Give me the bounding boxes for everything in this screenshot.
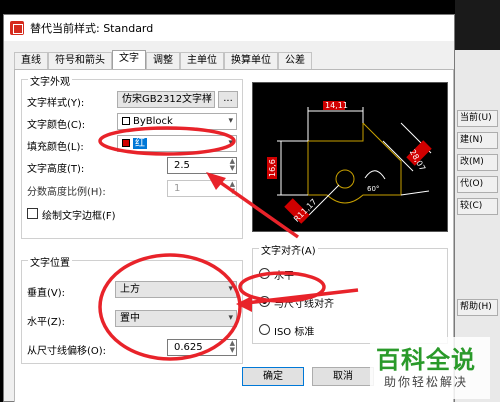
horizontal-label: 水平(Z):: [27, 317, 66, 328]
side-button-5[interactable]: 较(C): [457, 198, 498, 215]
fill-color-label: 填充颜色(L):: [27, 142, 84, 153]
tab-strip: 直线 符号和箭头 文字 调整 主单位 换算单位 公差: [14, 50, 312, 69]
text-alignment-title: 文字对齐(A): [259, 242, 318, 257]
preview-shape: [307, 121, 402, 204]
tab-lines[interactable]: 直线: [14, 52, 48, 69]
preview-label-left: 16,6: [268, 159, 277, 177]
vertical-label: 垂直(V):: [27, 288, 66, 299]
text-color-select[interactable]: ByBlock ▾: [117, 113, 237, 130]
watermark-sub-text: 助你轻松解决: [384, 375, 469, 389]
align-horizontal-radio[interactable]: [259, 268, 270, 279]
title-bar[interactable]: 替代当前样式: Standard: [4, 15, 454, 41]
spinner-arrows-icon[interactable]: ▲ ▼: [230, 340, 235, 354]
align-iso-radio[interactable]: [259, 324, 270, 335]
vertical-select[interactable]: 上方 ▾: [115, 281, 237, 298]
text-color-value: ByBlock: [133, 116, 173, 127]
offset-input[interactable]: 0.625 ▲ ▼: [167, 339, 237, 356]
chevron-down-icon: ▾: [228, 284, 233, 294]
draw-frame-label: 绘制文字边框(F): [42, 211, 116, 222]
window-title: 替代当前样式: Standard: [30, 22, 154, 35]
spinner-arrows-icon[interactable]: ▲ ▼: [230, 158, 235, 172]
side-button-2[interactable]: 建(N): [457, 132, 498, 149]
text-height-input[interactable]: 2.5 ▲ ▼: [167, 157, 237, 174]
tab-symbols-arrows[interactable]: 符号和箭头: [48, 52, 112, 69]
offset-label: 从尺寸线偏移(O):: [27, 346, 107, 357]
ok-button[interactable]: 确定: [242, 367, 304, 386]
draw-frame-checkbox[interactable]: [27, 208, 38, 219]
fraction-height-input[interactable]: 1 ▲ ▼: [167, 180, 237, 197]
align-horizontal-label: 水平: [274, 271, 294, 282]
cancel-button[interactable]: 取消: [312, 367, 374, 386]
preview-label-top: 14,11: [325, 101, 348, 110]
align-with-dim-line-radio[interactable]: [259, 296, 270, 307]
fill-color-select[interactable]: 红 ▾: [117, 135, 237, 152]
chevron-down-icon: ▾: [228, 116, 233, 126]
text-style-label: 文字样式(Y):: [27, 98, 85, 109]
text-style-value: 仿宋GB2312文字样: [122, 94, 213, 105]
chevron-down-icon: ▾: [228, 138, 233, 148]
text-style-select[interactable]: 仿宋GB2312文字样 ▾: [117, 91, 215, 108]
horizontal-value: 置中: [120, 313, 140, 324]
text-height-value: 2.5: [174, 160, 190, 171]
vertical-value: 上方: [120, 284, 140, 295]
fraction-height-label: 分数高度比例(H):: [27, 187, 106, 198]
watermark-logo: 百科全说 助你轻松解决: [370, 337, 490, 399]
chevron-down-icon: ▾: [228, 313, 233, 323]
spinner-arrows-icon: ▲ ▼: [229, 180, 235, 195]
fill-color-swatch: [122, 139, 130, 147]
tab-alternate-units[interactable]: 换算单位: [224, 52, 278, 69]
fill-color-value: 红: [133, 138, 147, 149]
side-button-4[interactable]: 代(O): [457, 176, 498, 193]
text-position-title: 文字位置: [28, 254, 72, 269]
side-button-help[interactable]: 帮助(H): [457, 299, 498, 316]
offset-value: 0.625: [174, 342, 203, 353]
watermark-main-text: 百科全说: [376, 346, 476, 374]
background-cad-area: [455, 0, 500, 50]
dimension-preview: 14,11 16,6 28,07 R11,17 60°: [252, 82, 448, 232]
tab-fit[interactable]: 调整: [146, 52, 180, 69]
text-style-browse-button[interactable]: ...: [218, 91, 238, 108]
horizontal-select[interactable]: 置中 ▾: [115, 310, 237, 327]
preview-label-angle: 60°: [367, 185, 379, 193]
align-with-dim-line-label: 与尺寸线对齐: [274, 299, 334, 310]
chevron-down-icon: ▾: [206, 94, 211, 104]
preview-drawing: 14,11 16,6 28,07 R11,17 60°: [267, 101, 432, 224]
align-iso-label: ISO 标准: [274, 327, 315, 338]
color-swatch: [122, 117, 130, 125]
text-color-label: 文字颜色(C):: [27, 120, 86, 131]
tab-tolerances[interactable]: 公差: [278, 52, 312, 69]
text-appearance-title: 文字外观: [28, 73, 72, 88]
side-button-3[interactable]: 改(M): [457, 154, 498, 171]
tab-primary-units[interactable]: 主单位: [180, 52, 224, 69]
tab-text[interactable]: 文字: [112, 50, 146, 69]
side-button-1[interactable]: 当前(U): [457, 110, 498, 127]
app-icon: [10, 21, 24, 35]
text-height-label: 文字高度(T):: [27, 164, 85, 175]
fraction-height-value: 1: [174, 183, 181, 194]
